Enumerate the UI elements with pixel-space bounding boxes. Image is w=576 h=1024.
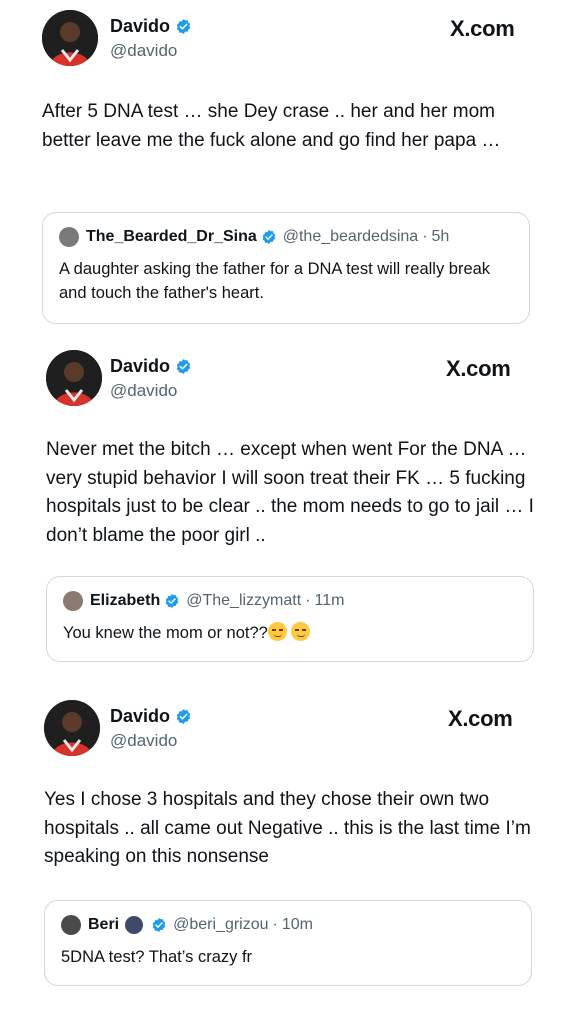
quote-author-name: The_Bearded_Dr_Sina — [86, 228, 257, 245]
quote-avatar — [63, 591, 83, 611]
quote-text: A daughter asking the father for a DNA t… — [59, 260, 491, 302]
verified-badge-icon — [262, 230, 276, 244]
quote-avatar — [61, 915, 81, 935]
post-3: Davido @davido X.com Yes I chose 3 hospi… — [0, 690, 576, 1024]
author-row: Davido — [110, 16, 192, 37]
brand-label: X.com — [448, 706, 513, 731]
quote-avatar — [59, 227, 79, 247]
separator-dot: · — [305, 592, 311, 609]
avatar[interactable] — [44, 700, 100, 756]
quote-text: 5DNA test? That’s crazy fr — [61, 948, 253, 966]
author-handle[interactable]: @davido — [110, 731, 177, 751]
quoted-post[interactable]: Elizabeth @The_lizzymatt · 11m You knew … — [46, 576, 534, 662]
quote-timestamp: 5h — [431, 228, 450, 245]
quote-timestamp: 10m — [281, 916, 313, 933]
author-name[interactable]: Davido — [110, 16, 170, 37]
avatar[interactable] — [46, 350, 102, 406]
verified-badge-icon — [152, 918, 166, 932]
separator-dot: · — [422, 228, 428, 245]
verified-badge-icon — [176, 709, 191, 724]
x-logo: X.com — [448, 706, 513, 732]
verified-badge-icon — [165, 594, 179, 608]
verified-badge-icon — [176, 359, 191, 374]
avatar-image-icon — [44, 700, 100, 756]
quoted-post[interactable]: The_Bearded_Dr_Sina @the_beardedsina · 5… — [42, 212, 530, 324]
x-logo: X.com — [450, 16, 515, 42]
author-handle[interactable]: @davido — [110, 381, 177, 401]
quote-timestamp: 11m — [314, 592, 345, 609]
post-1: Davido @davido X.com After 5 DNA test … … — [0, 0, 576, 340]
x-logo: X.com — [446, 356, 511, 382]
quote-author-handle: @The_lizzymatt — [186, 592, 302, 609]
quote-author-name: Beri — [88, 916, 120, 933]
author-name[interactable]: Davido — [110, 356, 170, 377]
post-text: Never met the bitch … except when went F… — [46, 439, 534, 546]
author-handle[interactable]: @davido — [110, 41, 177, 61]
avatar-image-icon — [46, 350, 102, 406]
quote-author-name: Elizabeth — [90, 592, 161, 609]
dark-face-icon — [125, 916, 144, 934]
smirking-face-icon — [291, 622, 311, 641]
separator-dot: · — [272, 916, 278, 933]
quoted-post[interactable]: Beri @beri_grizou · 10m 5DNA test? That’… — [44, 900, 532, 986]
quote-header: The_Bearded_Dr_Sina @the_beardedsina · 5… — [59, 227, 449, 247]
avatar-image-icon — [42, 10, 98, 66]
smirking-face-icon — [267, 622, 287, 641]
post-2: Davido @davido X.com Never met the bitch… — [0, 340, 576, 680]
brand-label: X.com — [446, 356, 511, 381]
quote-author-handle: @beri_grizou — [173, 916, 269, 933]
brand-label: X.com — [450, 16, 515, 41]
author-name[interactable]: Davido — [110, 706, 170, 727]
author-row: Davido — [110, 356, 192, 377]
verified-badge-icon — [176, 19, 191, 34]
quote-header: Elizabeth @The_lizzymatt · 11m — [63, 591, 344, 611]
quote-text: You knew the mom or not?? — [63, 624, 268, 642]
post-text: Yes I chose 3 hospitals and they chose t… — [44, 789, 531, 867]
avatar[interactable] — [42, 10, 98, 66]
post-text: After 5 DNA test … she Dey crase .. her … — [42, 101, 501, 151]
quote-author-handle: @the_beardedsina — [282, 228, 419, 245]
quote-text-row: You knew the mom or not?? — [63, 621, 523, 645]
quote-header: Beri @beri_grizou · 10m — [61, 915, 313, 935]
author-row: Davido — [110, 706, 192, 727]
